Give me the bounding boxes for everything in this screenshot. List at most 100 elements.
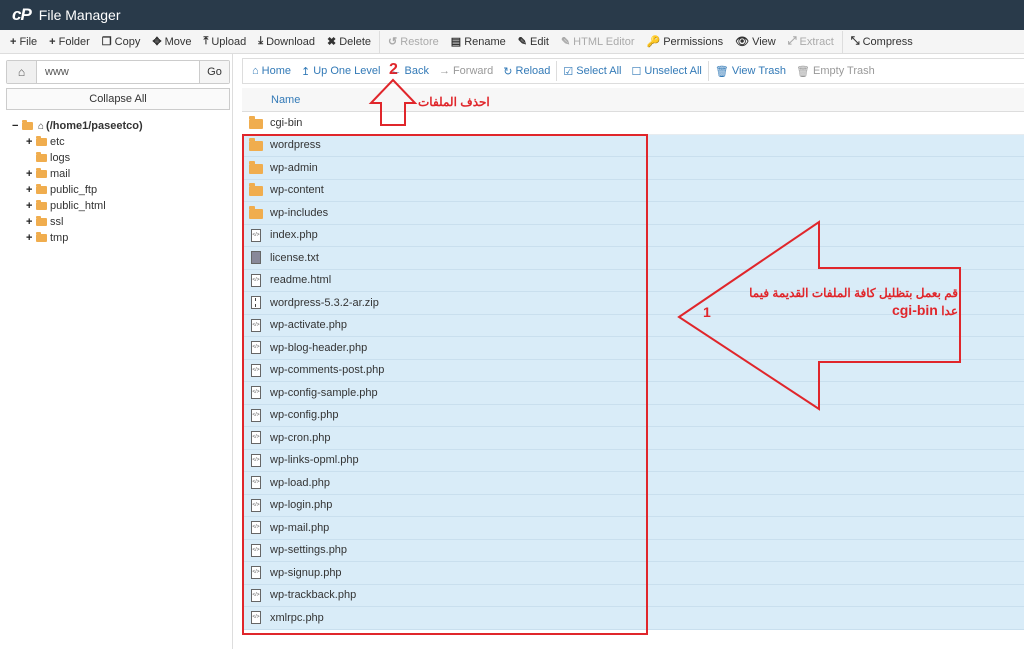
collapse-icon[interactable]: − (12, 120, 22, 132)
new-folder-button[interactable]: + Folder (43, 31, 96, 53)
extract-button[interactable]: ⤢ Extract (782, 31, 840, 53)
navigation-bar: ⌂ Home ↥ Up One Level ← Back → Forward ↻ Reload ☑ S… (242, 58, 1024, 84)
empty-trash-label: Empty Trash (813, 65, 875, 77)
edit-label: Edit (529, 35, 549, 48)
rename-button[interactable]: ▤ Rename (445, 31, 512, 53)
tree-item-label: public_ftp (50, 184, 98, 196)
toolbar-separator (379, 30, 381, 53)
move-icon: ✥ (152, 36, 162, 48)
home-icon: ⌂ (252, 65, 259, 77)
copy-icon: ❐ (101, 36, 112, 48)
file-list-header: Name (242, 88, 1024, 112)
compress-button[interactable]: ⤡ Compress (845, 31, 919, 53)
delete-button[interactable]: ✖ Delete (321, 31, 377, 53)
up-one-level-button[interactable]: ↥ Up One Level (296, 60, 385, 82)
select-files-note-line2: عدا cgi-bin (891, 302, 958, 318)
forward-button[interactable]: → Forward (434, 60, 498, 82)
compress-icon: ⤡ (850, 35, 860, 47)
download-button[interactable]: ⤓ Download (252, 31, 321, 53)
rename-label: Rename (464, 35, 506, 48)
rename-icon: ▤ (450, 36, 462, 48)
directory-input[interactable] (37, 61, 199, 83)
permissions-button[interactable]: 🔑 Permissions (641, 31, 730, 53)
tree-item-public-html[interactable]: + public_html (12, 198, 227, 214)
tree-item-logs[interactable]: logs (12, 150, 227, 166)
unselect-all-label: Unselect All (644, 65, 702, 77)
folder-icon (36, 216, 47, 226)
copy-button[interactable]: ❐ Copy (96, 31, 147, 53)
new-folder-label: Folder (58, 35, 90, 48)
unselect-all-button[interactable]: ☐ Unselect All (627, 60, 707, 82)
home-label: Home (261, 65, 291, 77)
toolbar: + File + Folder ❐ Copy ✥ Move ⤒ Upload ⤓ Download ✖ D… (0, 30, 1024, 54)
html-editor-button[interactable]: ✎ HTML Editor (555, 31, 641, 53)
tree-item-root[interactable]: − ⌂ (/home1/paseetco) (12, 118, 227, 134)
home-directory-button[interactable]: ⌂ (7, 61, 37, 83)
view-button[interactable]: 👁 View (729, 31, 782, 53)
select-all-button[interactable]: ☑ Select All (558, 60, 626, 82)
select-all-label: Select All (576, 65, 622, 77)
edit-button[interactable]: ✎ Edit (512, 31, 555, 53)
select-files-note: قم بعمل بتظليل كافة الملفات القديمة فيما… (728, 285, 958, 320)
back-label: Back (404, 65, 429, 77)
collapse-all-button[interactable]: Collapse All (6, 88, 230, 110)
expand-icon[interactable]: + (26, 136, 36, 148)
html-editor-label: HTML Editor (573, 35, 635, 48)
go-button[interactable]: Go (199, 61, 229, 83)
download-label: Download (266, 35, 316, 48)
new-file-button[interactable]: + File (4, 31, 43, 53)
folder-icon (36, 232, 47, 242)
copy-label: Copy (114, 35, 141, 48)
restore-button[interactable]: ↺ Restore (382, 31, 445, 53)
expand-icon[interactable]: + (26, 184, 36, 196)
download-icon: ⤓ (258, 35, 264, 47)
edit-icon: ✎ (517, 36, 527, 48)
permissions-icon: 🔑 (646, 36, 661, 48)
tree-item-label: ssl (50, 216, 64, 228)
tree-item-ssl[interactable]: + ssl (12, 214, 227, 230)
reload-icon: ↻ (503, 65, 513, 78)
html-editor-icon: ✎ (560, 36, 571, 48)
upload-button[interactable]: ⤒ Upload (197, 31, 252, 53)
folder-icon (36, 184, 47, 194)
view-icon: 👁 (735, 36, 750, 48)
folder-icon (249, 115, 263, 129)
directory-bar: ⌂ Go (6, 60, 230, 84)
home-button[interactable]: ⌂ Home (247, 60, 296, 82)
tree-item-label: etc (50, 136, 65, 148)
selection-highlight-box (242, 134, 648, 635)
tree-item-mail[interactable]: + mail (12, 166, 227, 182)
restore-label: Restore (400, 35, 439, 48)
folder-icon (36, 200, 47, 210)
folder-open-icon (22, 120, 33, 130)
folder-icon (36, 168, 47, 178)
tree-item-etc[interactable]: + etc (12, 134, 227, 150)
empty-trash-button[interactable]: 🗑 Empty Trash (791, 60, 880, 82)
delete-label: Delete (339, 35, 372, 48)
new-folder-icon: + (49, 35, 56, 48)
expand-icon[interactable]: + (26, 168, 36, 180)
view-trash-icon: 🗑 (714, 65, 729, 78)
tree-item-tmp[interactable]: + tmp (12, 230, 227, 246)
reload-button[interactable]: ↻ Reload (498, 60, 555, 82)
toolbar-separator (841, 30, 843, 53)
tree-item-label: (/home1/paseetco) (46, 120, 143, 132)
view-label: View (752, 35, 776, 48)
folder-tree: − ⌂ (/home1/paseetco) + etc logs + mail + public_… (12, 118, 227, 246)
expand-icon[interactable]: + (26, 216, 36, 228)
expand-icon[interactable]: + (26, 200, 36, 212)
tree-item-label: logs (50, 152, 71, 164)
name-column-header[interactable]: Name (271, 94, 300, 106)
empty-trash-icon: 🗑 (796, 65, 811, 78)
tree-item-public-ftp[interactable]: + public_ftp (12, 182, 227, 198)
select-files-note-line1: قم بعمل بتظليل كافة الملفات القديمة فيما (749, 286, 958, 300)
move-button[interactable]: ✥ Move (146, 31, 197, 53)
forward-label: Forward (452, 65, 494, 77)
file-icon-cell (242, 115, 270, 129)
view-trash-label: View Trash (731, 65, 787, 77)
expand-icon[interactable]: + (26, 232, 36, 244)
file-row[interactable]: cgi-bin (242, 112, 1024, 135)
nav-separator (707, 61, 709, 81)
restore-icon: ↺ (388, 36, 398, 48)
view-trash-button[interactable]: 🗑 View Trash (710, 60, 791, 82)
